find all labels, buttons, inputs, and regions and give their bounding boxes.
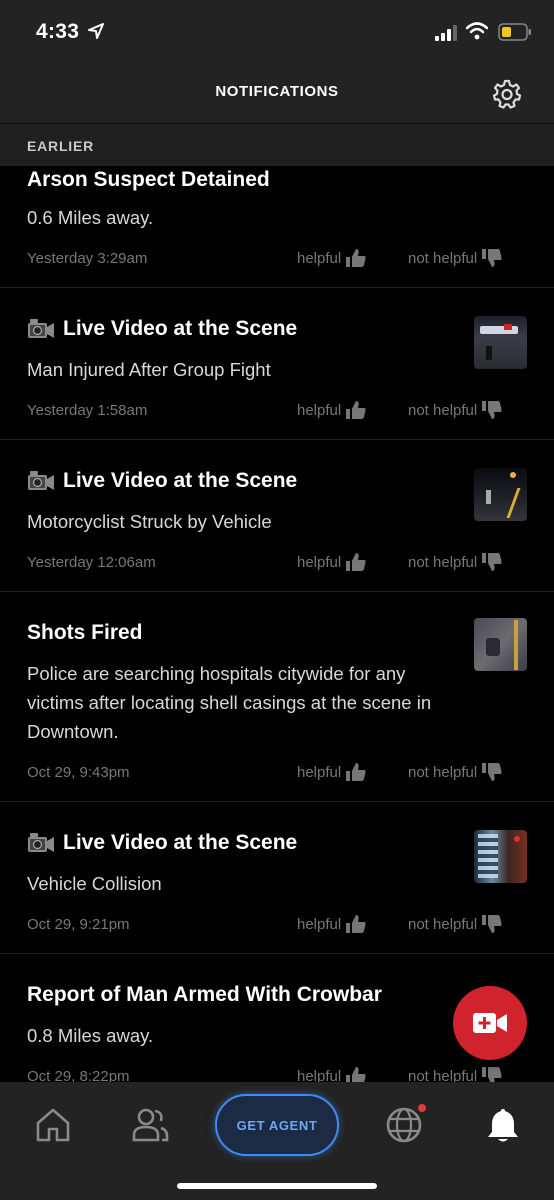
notification-feed[interactable]: Arson Suspect Detained 0.6 Miles away. Y… xyxy=(0,166,554,1082)
notification-body: 0.6 Miles away. xyxy=(27,207,154,228)
video-camera-icon xyxy=(28,471,54,490)
globe-icon[interactable] xyxy=(385,1106,423,1144)
gear-icon[interactable] xyxy=(492,79,522,109)
video-camera-icon xyxy=(28,833,54,852)
notification-time: Yesterday 12:06am xyxy=(27,554,156,571)
not-helpful-button[interactable]: not helpful xyxy=(408,1066,503,1082)
people-icon[interactable] xyxy=(131,1106,169,1144)
home-indicator xyxy=(177,1183,377,1189)
thumbs-down-icon xyxy=(482,915,502,933)
status-bar: 4:33 xyxy=(0,0,554,62)
notification-body: Man Injured After Group Fight xyxy=(27,359,271,380)
notification-card[interactable]: Live Video at the Scene Motorcyclist Str… xyxy=(0,440,554,592)
thumbs-down-icon xyxy=(482,1067,502,1082)
bell-icon[interactable] xyxy=(484,1106,522,1144)
not-helpful-button[interactable]: not helpful xyxy=(408,400,503,420)
notification-time: Oct 29, 9:21pm xyxy=(27,916,130,933)
helpful-button[interactable]: helpful xyxy=(297,914,367,934)
thumbs-up-icon xyxy=(346,1067,366,1082)
thumbs-up-icon xyxy=(346,763,366,781)
page-title: NOTIFICATIONS xyxy=(215,83,339,100)
notification-title: Live Video at the Scene xyxy=(27,317,297,341)
notification-title: Report of Man Armed With Crowbar xyxy=(27,983,382,1006)
wifi-icon xyxy=(466,22,488,40)
notification-badge xyxy=(418,1104,426,1112)
thumbs-down-icon xyxy=(482,249,502,267)
helpful-button[interactable]: helpful xyxy=(297,1066,367,1082)
video-camera-icon xyxy=(28,319,54,338)
video-thumbnail[interactable] xyxy=(474,468,527,521)
helpful-button[interactable]: helpful xyxy=(297,248,367,268)
thumbs-down-icon xyxy=(482,401,502,419)
video-camera-plus-icon xyxy=(473,1013,507,1033)
section-label: EARLIER xyxy=(27,138,95,154)
incident-thumbnail[interactable] xyxy=(474,618,527,671)
section-header: EARLIER xyxy=(0,124,554,166)
notification-title: Shots Fired xyxy=(27,621,143,644)
notification-title: Live Video at the Scene xyxy=(27,469,297,493)
notification-card[interactable]: Live Video at the Scene Man Injured Afte… xyxy=(0,288,554,440)
notification-time: Yesterday 3:29am xyxy=(27,250,148,267)
notification-body: Vehicle Collision xyxy=(27,873,162,894)
notification-time: Oct 29, 8:22pm xyxy=(27,1068,130,1082)
cellular-signal-icon xyxy=(435,25,457,41)
thumbs-up-icon xyxy=(346,915,366,933)
notification-card[interactable]: Arson Suspect Detained 0.6 Miles away. Y… xyxy=(0,166,554,288)
bottom-nav: GET AGENT xyxy=(0,1082,554,1200)
notification-time: Oct 29, 9:43pm xyxy=(27,764,130,781)
status-time: 4:33 xyxy=(36,20,80,43)
notification-card[interactable]: Live Video at the Scene Vehicle Collisio… xyxy=(0,802,554,954)
app-header: NOTIFICATIONS xyxy=(0,62,554,124)
thumbs-up-icon xyxy=(346,249,366,267)
helpful-button[interactable]: helpful xyxy=(297,762,367,782)
thumbs-down-icon xyxy=(482,763,502,781)
location-arrow-icon xyxy=(88,23,104,39)
helpful-button[interactable]: helpful xyxy=(297,552,367,572)
get-agent-button[interactable]: GET AGENT xyxy=(215,1094,339,1156)
notification-body: Police are searching hospitals citywide … xyxy=(27,663,432,742)
not-helpful-button[interactable]: not helpful xyxy=(408,762,503,782)
not-helpful-button[interactable]: not helpful xyxy=(408,248,503,268)
thumbs-down-icon xyxy=(482,553,502,571)
notification-body: Motorcyclist Struck by Vehicle xyxy=(27,511,272,532)
thumbs-up-icon xyxy=(346,401,366,419)
home-icon[interactable] xyxy=(34,1106,72,1144)
notification-body: 0.8 Miles away. xyxy=(27,1025,154,1046)
helpful-button[interactable]: helpful xyxy=(297,400,367,420)
start-live-video-button[interactable] xyxy=(453,986,527,1060)
video-thumbnail[interactable] xyxy=(474,316,527,369)
notification-card[interactable]: Shots Fired Police are searching hospita… xyxy=(0,592,554,802)
notification-title: Live Video at the Scene xyxy=(27,831,297,855)
not-helpful-button[interactable]: not helpful xyxy=(408,914,503,934)
notification-title: Arson Suspect Detained xyxy=(27,168,270,191)
thumbs-up-icon xyxy=(346,553,366,571)
not-helpful-button[interactable]: not helpful xyxy=(408,552,503,572)
battery-icon xyxy=(498,23,531,41)
video-thumbnail[interactable] xyxy=(474,830,527,883)
notification-time: Yesterday 1:58am xyxy=(27,402,148,419)
